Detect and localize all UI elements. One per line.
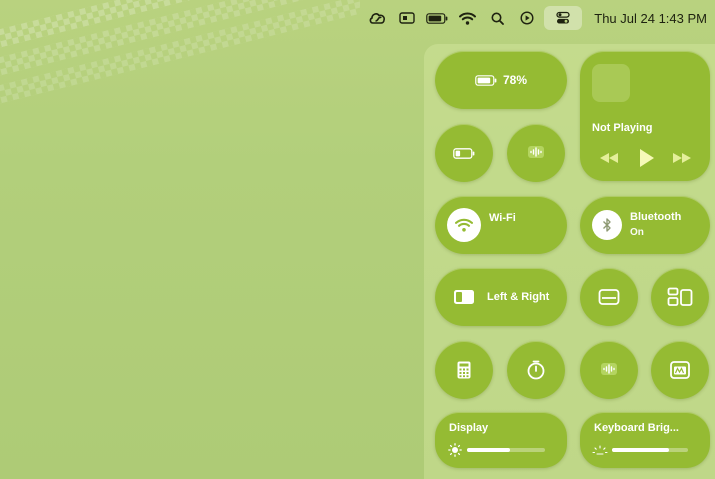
battery-icon[interactable] [424,6,450,30]
battery-tile[interactable]: 78% [435,51,567,109]
display-brightness-slider[interactable] [467,448,545,452]
keyboard-brightness-slider[interactable] [612,448,688,452]
keyboard-label: Keyboard Brig... [594,422,679,434]
low-power-icon [453,147,475,159]
now-playing-title: Not Playing [592,122,653,134]
calculator-button[interactable] [435,341,493,399]
battery-icon [475,74,497,86]
display-brightness-tile[interactable]: Display [435,412,567,468]
window-tiling-label: Left & Right [487,291,550,303]
screen-mirroring-button[interactable] [580,268,638,326]
play-icon[interactable] [637,148,655,171]
battery-percentage: 78% [502,73,528,87]
wifi-icon [455,218,473,232]
search-icon[interactable] [484,6,510,30]
calculator-icon [457,361,471,379]
wifi-icon[interactable] [454,6,480,30]
timer-icon [527,360,545,380]
rewind-icon[interactable] [598,151,620,168]
stage-manager-button[interactable] [651,268,709,326]
bluetooth-icon [603,218,611,232]
keyboard-light-icon [592,442,608,458]
audio-icon [528,146,544,158]
album-art [592,64,630,102]
audio-output-button[interactable] [507,124,565,182]
keyboard-brightness-tile[interactable]: Keyboard Brig... [580,412,710,468]
timer-button[interactable] [507,341,565,399]
bluetooth-toggle[interactable] [592,210,622,240]
keyboard-brightness-fill [612,448,669,452]
bluetooth-label: Bluetooth [630,211,682,223]
menu-bar-clock[interactable]: Thu Jul 24 1:43 PM [594,11,707,26]
menu-bar: Thu Jul 24 1:43 PM [0,0,715,36]
card-icon[interactable] [394,6,420,30]
play-circle-icon[interactable] [514,6,540,30]
now-playing-tile[interactable]: Not Playing [580,51,710,181]
wifi-label: Wi-Fi [489,211,516,224]
creative-cloud-icon[interactable] [364,6,390,30]
bluetooth-tile[interactable]: Bluetooth On [580,196,710,254]
stage-manager-icon [667,287,693,306]
wifi-toggle[interactable] [447,208,481,242]
sun-icon [447,442,463,458]
wifi-tile[interactable]: Wi-Fi [435,196,567,254]
screen-mirror-icon [598,289,620,305]
low-power-mode-button[interactable] [435,124,493,182]
hearing-icon [601,363,617,375]
display-label: Display [449,422,489,434]
window-tiling-tile[interactable]: Left & Right [435,268,567,326]
control-center-icon[interactable] [544,6,583,30]
bluetooth-status: On [630,227,644,238]
display-brightness-fill [467,448,510,452]
media-controls [598,147,693,171]
split-window-icon [453,289,475,305]
screen-recording-icon [670,361,690,379]
hearing-button[interactable] [580,341,638,399]
screen-recording-button[interactable] [651,341,709,399]
fast-forward-icon[interactable] [671,151,693,168]
